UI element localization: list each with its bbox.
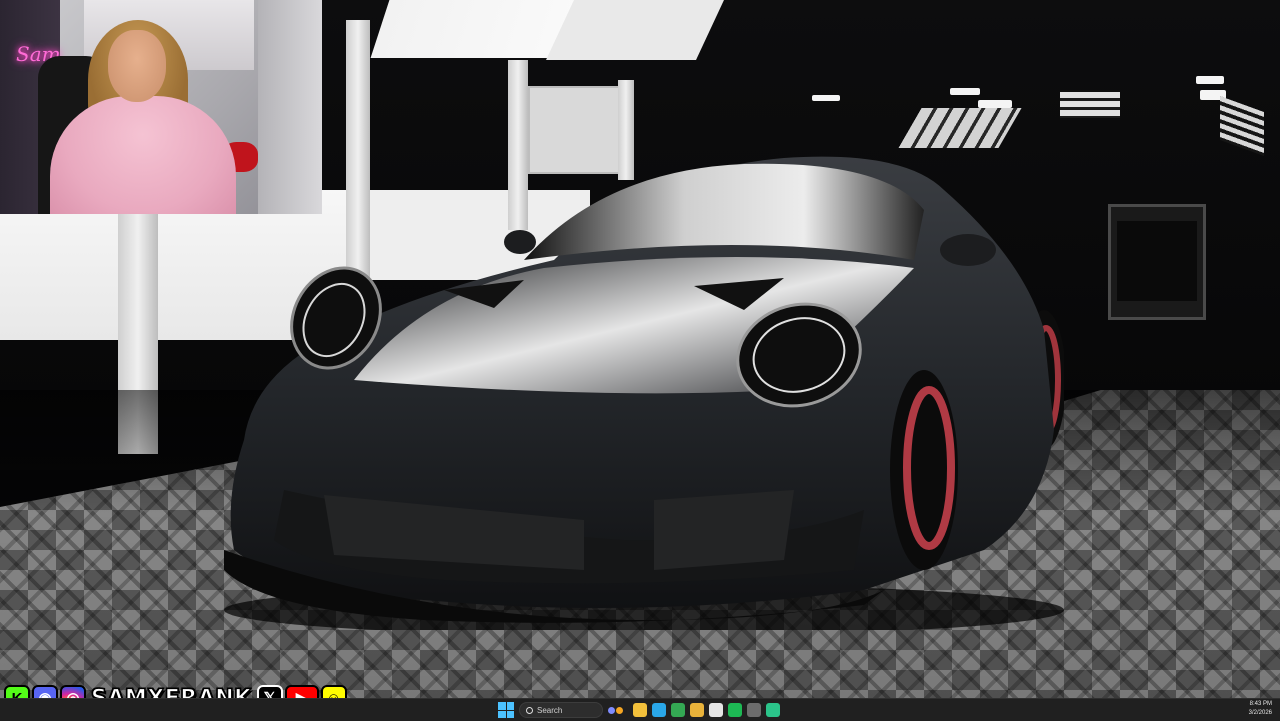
car-illustration — [224, 156, 1064, 630]
search-icon — [526, 706, 533, 714]
clock-time: 8:43 PM — [1249, 701, 1272, 707]
windows-start-icon[interactable] — [498, 702, 514, 718]
folder-icon[interactable] — [690, 703, 704, 717]
webcam-door — [258, 0, 322, 214]
taskbar-search-input[interactable]: Search — [519, 702, 603, 718]
taskbar: Search 8:43 PM 3/2/2026 — [0, 698, 1280, 721]
app-icon[interactable] — [766, 703, 780, 717]
file-explorer-icon[interactable] — [633, 703, 647, 717]
clock-date: 3/2/2026 — [1248, 710, 1272, 716]
streamer-hoodie — [50, 96, 236, 214]
chrome-icon[interactable] — [671, 703, 685, 717]
spotify-icon[interactable] — [728, 703, 742, 717]
ceiling-lamp — [812, 95, 840, 101]
edge-icon[interactable] — [652, 703, 666, 717]
ceiling-lamp — [1196, 76, 1224, 84]
obs-icon[interactable] — [747, 703, 761, 717]
ceiling-lamp — [950, 88, 980, 95]
system-clock[interactable]: 8:43 PM 3/2/2026 — [1249, 700, 1272, 718]
search-placeholder: Search — [537, 705, 563, 715]
taskbar-center: Search — [498, 701, 780, 719]
widgets-icon[interactable] — [608, 703, 628, 717]
skylight — [1060, 92, 1120, 118]
sports-car — [224, 150, 1064, 630]
streamer-face — [108, 30, 166, 102]
wall-monitor — [1108, 204, 1206, 320]
webcam-overlay: Sam — [0, 0, 322, 214]
ceiling-window — [546, 0, 724, 60]
ceiling-lamp — [978, 100, 1012, 108]
calendar-icon[interactable] — [709, 703, 723, 717]
